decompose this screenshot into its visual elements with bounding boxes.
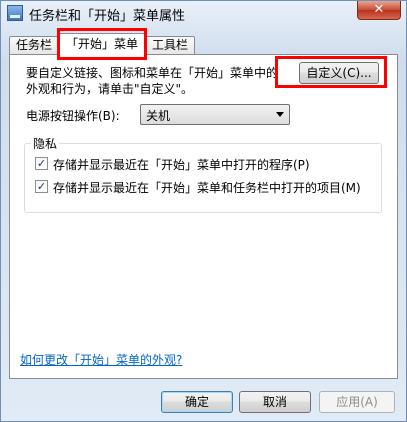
recent-programs-label: 存储并显示最近在「开始」菜单中打开的程序(P) <box>53 158 310 172</box>
recent-items-checkbox[interactable]: ✓ <box>35 180 48 193</box>
customize-button[interactable]: 自定义(C)... <box>299 62 379 84</box>
tab-toolbars[interactable]: 工具栏 <box>145 36 195 54</box>
taskbar-icon <box>7 5 23 21</box>
properties-dialog: 任务栏和「开始」菜单属性 ✕ 任务栏 「开始」菜单 工具栏 要自定义链接、图标和… <box>0 0 407 422</box>
power-button-label: 电源按钮操作(B): <box>26 109 120 123</box>
tab-strip: 任务栏 「开始」菜单 工具栏 <box>9 33 397 56</box>
recent-programs-checkbox[interactable]: ✓ <box>35 157 48 170</box>
power-button-value: 关机 <box>146 109 171 123</box>
window-title: 任务栏和「开始」菜单属性 <box>29 9 186 24</box>
title-bar[interactable]: 任务栏和「开始」菜单属性 ✕ <box>1 1 406 25</box>
ok-button[interactable]: 确定 <box>161 391 233 413</box>
close-button[interactable]: ✕ <box>357 1 401 20</box>
recent-items-label: 存储并显示最近在「开始」菜单和任务栏中打开的项目(M) <box>53 181 361 195</box>
cancel-button[interactable]: 取消 <box>239 391 311 413</box>
help-link[interactable]: 如何更改「开始」菜单的外观? <box>20 351 182 368</box>
chevron-down-icon <box>276 112 284 117</box>
start-menu-panel: 要自定义链接、图标和菜单在「开始」菜单中的 外观和行为，请单击"自定义"。 自定… <box>9 54 398 379</box>
description-line-1: 要自定义链接、图标和菜单在「开始」菜单中的 <box>26 66 279 80</box>
privacy-group-title: 隐私 <box>31 135 60 152</box>
description-line-2: 外观和行为，请单击"自定义"。 <box>26 82 194 96</box>
privacy-group: 隐私 ✓ 存储并显示最近在「开始」菜单中打开的程序(P) ✓ 存储并显示最近在「… <box>24 135 382 213</box>
tab-start-menu[interactable]: 「开始」菜单 <box>59 33 145 56</box>
power-button-select[interactable]: 关机 <box>140 104 290 125</box>
customize-description: 要自定义链接、图标和菜单在「开始」菜单中的 外观和行为，请单击"自定义"。 <box>26 65 296 97</box>
apply-button[interactable]: 应用(A) <box>319 391 395 413</box>
tab-taskbar[interactable]: 任务栏 <box>9 36 59 54</box>
